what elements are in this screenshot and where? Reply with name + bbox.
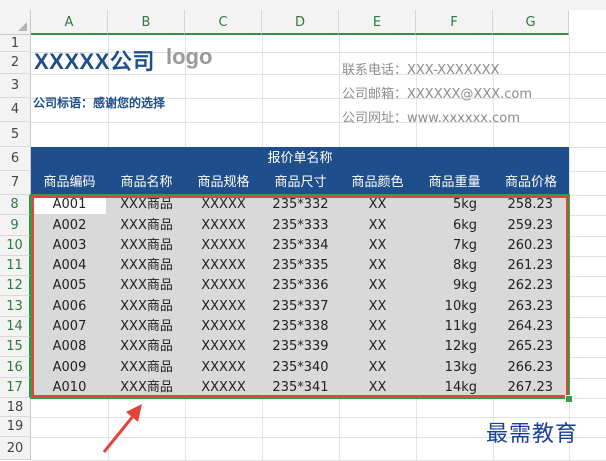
row-header-4[interactable]: 4	[0, 98, 31, 122]
column-header-f[interactable]: F	[416, 10, 493, 35]
table-header-cell[interactable]: 商品颜色	[339, 171, 416, 195]
table-header-cell[interactable]: 商品规格	[185, 171, 262, 195]
row-header-3[interactable]: 3	[0, 74, 31, 98]
red-arrow-icon	[102, 404, 142, 453]
contact-email[interactable]: 公司邮箱：XXXXXX@XXX.com	[342, 83, 532, 102]
table-header-cell[interactable]: 商品价格	[493, 171, 569, 195]
toolbar-strip	[0, 0, 606, 10]
column-header-b[interactable]: B	[108, 10, 185, 35]
row-header-11[interactable]: 11	[0, 256, 31, 276]
row-header-7[interactable]: 7	[0, 171, 31, 195]
watermark: 最需教育	[486, 422, 579, 447]
contact-phone[interactable]: 联系电话：XXX-XXXXXXX	[342, 59, 499, 78]
select-all-corner[interactable]	[0, 10, 31, 35]
contact-website[interactable]: 公司网址：www.xxxxxx.com	[342, 107, 520, 126]
row-header-1[interactable]: 1	[0, 35, 31, 52]
row-header-14[interactable]: 14	[0, 317, 31, 337]
row-header-9[interactable]: 9	[0, 215, 31, 236]
row-header-2[interactable]: 2	[0, 52, 31, 74]
row-header-18[interactable]: 18	[0, 398, 31, 417]
row-header-13[interactable]: 13	[0, 296, 31, 317]
column-header-e[interactable]: E	[339, 10, 416, 35]
fill-handle[interactable]	[565, 395, 573, 403]
row-header-15[interactable]: 15	[0, 337, 31, 357]
table-header-cell[interactable]: 商品重量	[416, 171, 493, 195]
table-header-cell[interactable]: 商品编码	[31, 171, 108, 195]
row-header-5[interactable]: 5	[0, 122, 31, 147]
company-slogan: 公司标语：感谢您的选择	[33, 96, 166, 110]
row-header-20[interactable]: 20	[0, 437, 31, 460]
table-title[interactable]: 报价单名称	[31, 147, 569, 171]
column-header-d[interactable]: D	[262, 10, 339, 35]
row-header-6[interactable]: 6	[0, 147, 31, 171]
row-header-17[interactable]: 17	[0, 378, 31, 398]
company-logo: logo	[166, 44, 213, 69]
row-header-10[interactable]: 10	[0, 236, 31, 256]
column-header-g[interactable]: G	[493, 10, 569, 35]
company-title: XXXXX公司	[34, 49, 155, 74]
row-header-19[interactable]: 19	[0, 417, 31, 437]
column-header-c[interactable]: C	[185, 10, 262, 35]
table-header-cell[interactable]: 商品尺寸	[262, 171, 339, 195]
row-header-8[interactable]: 8	[0, 195, 31, 215]
row-header-16[interactable]: 16	[0, 357, 31, 378]
row-header-12[interactable]: 12	[0, 276, 31, 296]
column-header-a[interactable]: A	[31, 10, 108, 35]
selection-border	[30, 194, 570, 399]
table-header-cell[interactable]: 商品名称	[108, 171, 185, 195]
